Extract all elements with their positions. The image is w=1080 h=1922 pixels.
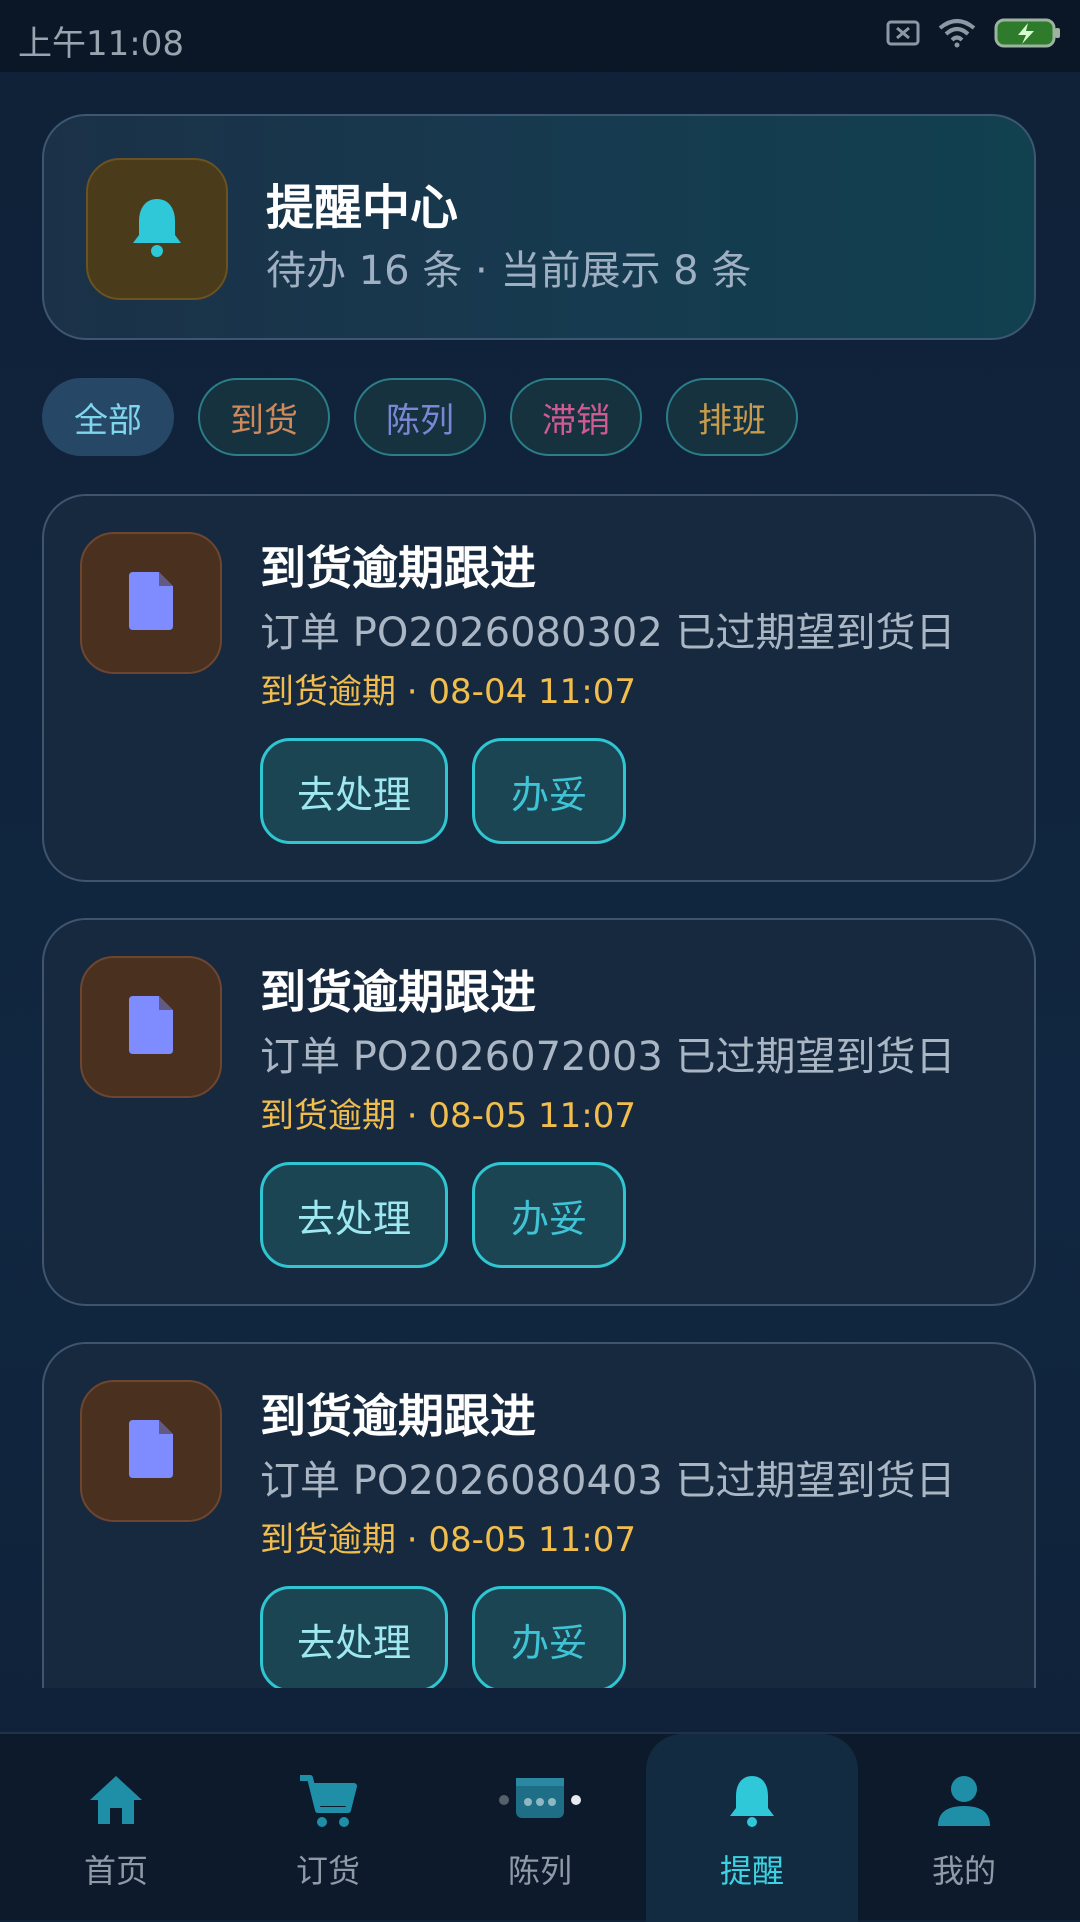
handle-button[interactable]: 去处理	[260, 1586, 448, 1688]
done-button[interactable]: 办妥	[472, 1162, 626, 1268]
reminder-list[interactable]: 到货逾期跟进 订单 PO2026080302 已过期望到货日 到货逾期 · 08…	[0, 490, 1080, 1688]
display-icon	[494, 1774, 586, 1826]
battery-charging-icon	[994, 18, 1062, 48]
user-icon	[936, 1774, 992, 1832]
nav-item-display[interactable]: 陈列	[434, 1734, 646, 1922]
nav-label: 我的	[931, 1852, 996, 1890]
document-icon	[127, 570, 175, 636]
filter-chip-all[interactable]: 全部	[42, 378, 174, 456]
reminder-title: 到货逾期跟进	[260, 965, 536, 1019]
reminder-meta: 到货逾期 · 08-04 11:07	[260, 672, 637, 712]
reminder-title: 到货逾期跟进	[260, 1389, 536, 1443]
nav-label: 提醒	[719, 1852, 784, 1890]
filter-chip-display[interactable]: 陈列	[354, 378, 486, 456]
home-icon	[88, 1774, 144, 1830]
reminder-meta: 到货逾期 · 08-05 11:07	[260, 1096, 637, 1136]
reminder-meta: 到货逾期 · 08-05 11:07	[260, 1520, 637, 1560]
filter-chips: 全部 到货 陈列 滞销 排班	[42, 378, 798, 456]
handle-button[interactable]: 去处理	[260, 738, 448, 844]
reminder-card: 到货逾期跟进 订单 PO2026080403 已过期望到货日 到货逾期 · 08…	[42, 1342, 1036, 1688]
reminder-center-header: 提醒中心 待办 16 条 · 当前展示 8 条	[42, 114, 1036, 340]
status-bar: 上午11:08	[0, 0, 1080, 72]
nav-item-reminder[interactable]: 提醒	[646, 1734, 858, 1922]
filter-chip-slow-moving[interactable]: 滞销	[510, 378, 642, 456]
nav-label: 陈列	[507, 1852, 572, 1890]
status-icons	[886, 18, 1062, 48]
bell-icon	[129, 195, 185, 263]
pending-summary: 待办 16 条 · 当前展示 8 条	[266, 248, 752, 294]
reminder-title: 到货逾期跟进	[260, 541, 536, 595]
reminder-description: 订单 PO2026080403 已过期望到货日	[260, 1458, 956, 1504]
filter-chip-schedule[interactable]: 排班	[666, 378, 798, 456]
reminder-card: 到货逾期跟进 订单 PO2026080302 已过期望到货日 到货逾期 · 08…	[42, 494, 1036, 882]
bottom-nav: 首页 订货 陈列 提醒 我的	[0, 1732, 1080, 1922]
nav-item-home[interactable]: 首页	[10, 1734, 222, 1922]
done-button[interactable]: 办妥	[472, 1586, 626, 1688]
document-icon	[127, 994, 175, 1060]
nav-item-profile[interactable]: 我的	[858, 1734, 1070, 1922]
reminder-description: 订单 PO2026080302 已过期望到货日	[260, 610, 956, 656]
cart-icon	[298, 1774, 358, 1834]
nav-label: 首页	[83, 1852, 148, 1890]
handle-button[interactable]: 去处理	[260, 1162, 448, 1268]
wifi-icon	[938, 18, 976, 48]
bell-icon	[728, 1774, 776, 1832]
nav-item-order[interactable]: 订货	[222, 1734, 434, 1922]
reminder-description: 订单 PO2026072003 已过期望到货日	[260, 1034, 956, 1080]
card-icon-tile	[80, 1380, 222, 1522]
notification-off-icon	[886, 20, 920, 46]
nav-label: 订货	[295, 1852, 360, 1890]
status-time: 上午11:08	[18, 24, 184, 64]
filter-chip-arrival[interactable]: 到货	[198, 378, 330, 456]
card-icon-tile	[80, 956, 222, 1098]
document-icon	[127, 1418, 175, 1484]
header-icon-tile	[86, 158, 228, 300]
card-icon-tile	[80, 532, 222, 674]
page-title: 提醒中心	[266, 180, 459, 236]
done-button[interactable]: 办妥	[472, 738, 626, 844]
reminder-card: 到货逾期跟进 订单 PO2026072003 已过期望到货日 到货逾期 · 08…	[42, 918, 1036, 1306]
